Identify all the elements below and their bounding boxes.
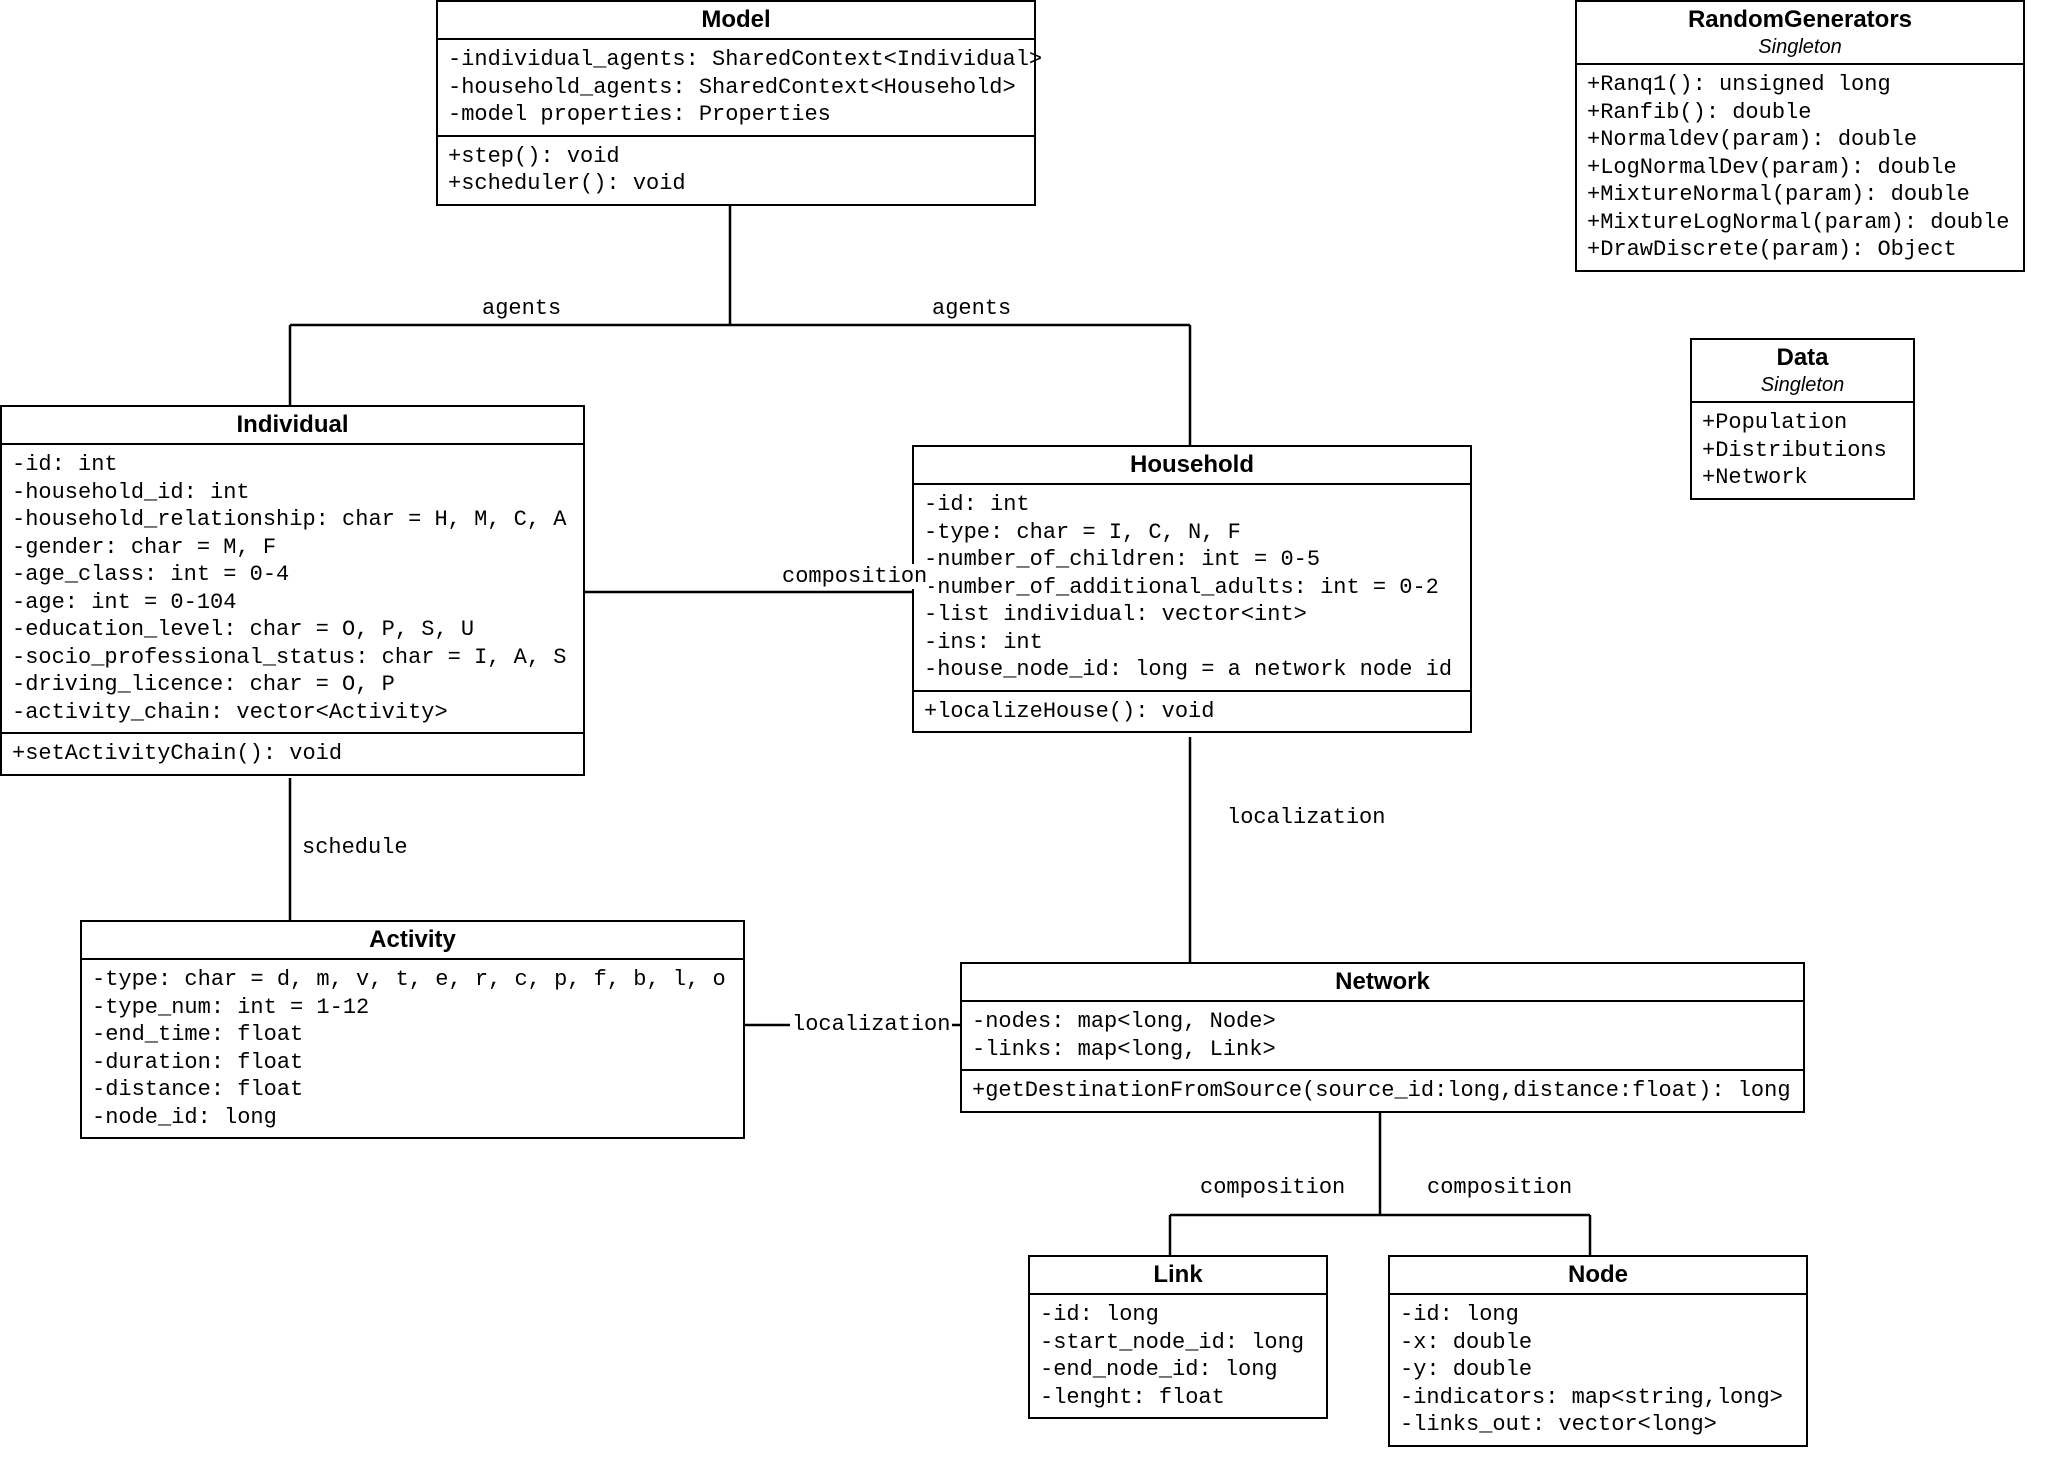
class-link-attrs: -id: long -start_node_id: long -end_node… xyxy=(1030,1295,1326,1417)
edge-label-composition-link: composition xyxy=(1198,1175,1347,1200)
class-node-attrs: -id: long -x: double -y: double -indicat… xyxy=(1390,1295,1806,1445)
class-network-ops: +getDestinationFromSource(source_id:long… xyxy=(962,1071,1803,1111)
op-row: +Ranfib(): double xyxy=(1587,99,2013,127)
class-household: Household -id: int -type: char = I, C, N… xyxy=(912,445,1472,733)
attr-row: -end_time: float xyxy=(92,1021,733,1049)
attr-row: -type_num: int = 1-12 xyxy=(92,994,733,1022)
attr-row: +Distributions xyxy=(1702,437,1903,465)
edge-label-composition: composition xyxy=(780,564,929,589)
attr-row: -id: long xyxy=(1040,1301,1316,1329)
attr-row: -list individual: vector<int> xyxy=(924,601,1460,629)
op-row: +Normaldev(param): double xyxy=(1587,126,2013,154)
op-row: +MixtureNormal(param): double xyxy=(1587,181,2013,209)
attr-row: -nodes: map<long, Node> xyxy=(972,1008,1793,1036)
attr-row: -type: char = I, C, N, F xyxy=(924,519,1460,547)
attr-row: -type: char = d, m, v, t, e, r, c, p, f,… xyxy=(92,966,733,994)
op-row: +DrawDiscrete(param): Object xyxy=(1587,236,2013,264)
attr-row: -ins: int xyxy=(924,629,1460,657)
class-individual-ops: +setActivityChain(): void xyxy=(2,734,583,774)
attr-row: -indicators: map<string,long> xyxy=(1400,1384,1796,1412)
class-household-attrs: -id: int -type: char = I, C, N, F -numbe… xyxy=(914,485,1470,692)
attr-row: -age_class: int = 0-4 xyxy=(12,561,573,589)
attr-row: -house_node_id: long = a network node id xyxy=(924,656,1460,684)
class-model-title: Model xyxy=(438,2,1034,40)
class-activity-attrs: -type: char = d, m, v, t, e, r, c, p, f,… xyxy=(82,960,743,1137)
attr-row: -node_id: long xyxy=(92,1104,733,1132)
class-data: Data Singleton +Population +Distribution… xyxy=(1690,338,1915,500)
class-node: Node -id: long -x: double -y: double -in… xyxy=(1388,1255,1808,1447)
op-row: +Ranq1(): unsigned long xyxy=(1587,71,2013,99)
edge-label-agents-left: agents xyxy=(480,296,563,321)
class-individual-attrs: -id: int -household_id: int -household_r… xyxy=(2,445,583,734)
class-randomgen-stereo: Singleton xyxy=(1577,36,2023,63)
class-activity-title: Activity xyxy=(82,922,743,960)
attr-row: +Network xyxy=(1702,464,1903,492)
op-row: +scheduler(): void xyxy=(448,170,1024,198)
attr-row: -socio_professional_status: char = I, A,… xyxy=(12,644,573,672)
edge-label-agents-right: agents xyxy=(930,296,1013,321)
attr-row: -activity_chain: vector<Activity> xyxy=(12,699,573,727)
class-model-ops: +step(): void +scheduler(): void xyxy=(438,137,1034,204)
attr-row: -id: int xyxy=(12,451,573,479)
attr-row: -distance: float xyxy=(92,1076,733,1104)
attr-row: -number_of_additional_adults: int = 0-2 xyxy=(924,574,1460,602)
attr-row: -gender: char = M, F xyxy=(12,534,573,562)
class-link: Link -id: long -start_node_id: long -end… xyxy=(1028,1255,1328,1419)
class-model-attrs: -individual_agents: SharedContext<Indivi… xyxy=(438,40,1034,137)
edge-label-localization-activity: localization xyxy=(790,1012,952,1037)
attr-row: -end_node_id: long xyxy=(1040,1356,1316,1384)
attr-row: -driving_licence: char = O, P xyxy=(12,671,573,699)
edge-label-schedule: schedule xyxy=(300,835,410,860)
attr-row: -x: double xyxy=(1400,1329,1796,1357)
attr-row: -education_level: char = O, P, S, U xyxy=(12,616,573,644)
op-row: +MixtureLogNormal(param): double xyxy=(1587,209,2013,237)
class-network-title: Network xyxy=(962,964,1803,1002)
class-household-ops: +localizeHouse(): void xyxy=(914,692,1470,732)
attr-row: -household_id: int xyxy=(12,479,573,507)
class-network-attrs: -nodes: map<long, Node> -links: map<long… xyxy=(962,1002,1803,1071)
class-network: Network -nodes: map<long, Node> -links: … xyxy=(960,962,1805,1113)
attr-row: -links: map<long, Link> xyxy=(972,1036,1793,1064)
class-model: Model -individual_agents: SharedContext<… xyxy=(436,0,1036,206)
class-activity: Activity -type: char = d, m, v, t, e, r,… xyxy=(80,920,745,1139)
edge-label-composition-node: composition xyxy=(1425,1175,1574,1200)
class-household-title: Household xyxy=(914,447,1470,485)
attr-row: -duration: float xyxy=(92,1049,733,1077)
attr-row: -number_of_children: int = 0-5 xyxy=(924,546,1460,574)
class-data-title: Data xyxy=(1692,340,1913,376)
attr-row: -model properties: Properties xyxy=(448,101,1024,129)
op-row: +getDestinationFromSource(source_id:long… xyxy=(972,1077,1793,1105)
op-row: +step(): void xyxy=(448,143,1024,171)
class-randomgen-ops: +Ranq1(): unsigned long +Ranfib(): doubl… xyxy=(1577,65,2023,270)
attr-row: -household_relationship: char = H, M, C,… xyxy=(12,506,573,534)
attr-row: -links_out: vector<long> xyxy=(1400,1411,1796,1439)
attr-row: -id: long xyxy=(1400,1301,1796,1329)
attr-row: -id: int xyxy=(924,491,1460,519)
class-individual: Individual -id: int -household_id: int -… xyxy=(0,405,585,776)
attr-row: -y: double xyxy=(1400,1356,1796,1384)
class-individual-title: Individual xyxy=(2,407,583,445)
attr-row: -lenght: float xyxy=(1040,1384,1316,1412)
attr-row: -individual_agents: SharedContext<Indivi… xyxy=(448,46,1024,74)
attr-row: -age: int = 0-104 xyxy=(12,589,573,617)
attr-row: -start_node_id: long xyxy=(1040,1329,1316,1357)
class-randomgen-title: RandomGenerators xyxy=(1577,2,2023,38)
attr-row: +Population xyxy=(1702,409,1903,437)
op-row: +localizeHouse(): void xyxy=(924,698,1460,726)
class-node-title: Node xyxy=(1390,1257,1806,1295)
class-data-stereo: Singleton xyxy=(1692,374,1913,401)
edge-label-localization-household: localization xyxy=(1225,805,1387,830)
attr-row: -household_agents: SharedContext<Househo… xyxy=(448,74,1024,102)
op-row: +setActivityChain(): void xyxy=(12,740,573,768)
class-randomgenerators: RandomGenerators Singleton +Ranq1(): uns… xyxy=(1575,0,2025,272)
class-link-title: Link xyxy=(1030,1257,1326,1295)
op-row: +LogNormalDev(param): double xyxy=(1587,154,2013,182)
class-data-attrs: +Population +Distributions +Network xyxy=(1692,403,1913,498)
